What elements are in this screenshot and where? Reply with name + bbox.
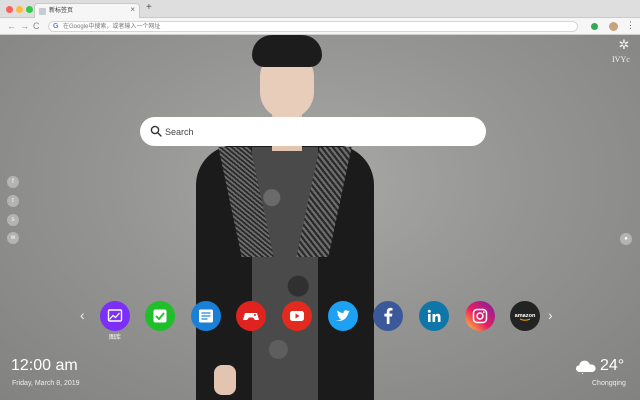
extension-icon[interactable] <box>591 23 598 30</box>
linkedin-icon <box>419 301 449 331</box>
reload-button[interactable]: C <box>33 20 40 32</box>
address-placeholder: 在Google中搜索，或者输入一个网址 <box>63 24 161 30</box>
tab-title: 新标签页 <box>49 8 74 14</box>
twitter-icon[interactable]: t <box>7 195 19 207</box>
profile-avatar[interactable] <box>609 22 618 31</box>
youtube-icon <box>282 301 312 331</box>
gallery-icon <box>100 301 130 331</box>
clock-time: 12:00 am <box>11 357 78 374</box>
dock-app-notes[interactable] <box>191 301 221 331</box>
search-icon <box>150 125 162 137</box>
weather-city: Chongqing <box>592 380 626 387</box>
brand-mark-icon: ✲ <box>618 37 630 52</box>
dock-app-games[interactable] <box>236 301 266 331</box>
new-tab-page: ✲ IVYc f t s w ● ‹ › 图库 <box>0 35 640 400</box>
brand-logo: ✲ IVYc <box>612 37 636 71</box>
brand-text: IVYc <box>612 55 630 64</box>
facebook-logo-icon <box>373 301 403 331</box>
facebook-icon[interactable]: f <box>7 176 19 188</box>
amazon-wordmark: amazon <box>515 313 536 319</box>
weather-temperature: 24° <box>600 357 625 374</box>
settings-toggle-icon[interactable]: ● <box>620 233 632 245</box>
close-tab-icon[interactable]: × <box>130 5 135 15</box>
address-bar[interactable]: G 在Google中搜索，或者输入一个网址 <box>48 21 578 32</box>
new-tab-button[interactable]: + <box>146 2 152 14</box>
forward-button[interactable]: → <box>20 20 29 32</box>
notes-icon <box>191 301 221 331</box>
amazon-icon: amazon <box>510 301 540 331</box>
dock-app-amazon[interactable]: amazon <box>510 301 540 331</box>
dock-app-linkedin[interactable] <box>419 301 449 331</box>
maximize-window-button[interactable] <box>26 6 33 13</box>
search-box[interactable] <box>140 117 486 146</box>
dock-app-facebook[interactable] <box>373 301 403 331</box>
dock-next-arrow[interactable]: › <box>548 307 553 323</box>
google-icon: G <box>53 23 59 30</box>
dock-prev-arrow[interactable]: ‹ <box>80 307 85 323</box>
instagram-icon <box>465 301 495 331</box>
close-window-button[interactable] <box>6 6 13 13</box>
gamepad-icon <box>236 301 266 331</box>
dock-app-tasks[interactable] <box>145 301 175 331</box>
dock-app-youtube[interactable] <box>282 301 312 331</box>
minimize-window-button[interactable] <box>16 6 23 13</box>
clock-date: Friday, March 8, 2019 <box>12 380 80 387</box>
dock-app-twitter[interactable] <box>328 301 358 331</box>
dock-app-instagram[interactable] <box>465 301 495 331</box>
menu-icon[interactable]: ⋮ <box>626 19 635 32</box>
toolbar: ← → C G 在Google中搜索，或者输入一个网址 ⋮ <box>0 18 640 35</box>
page-icon <box>39 8 46 15</box>
wechat-icon[interactable]: w <box>7 232 19 244</box>
cloud-icon <box>576 360 596 374</box>
tab-new-tab[interactable]: 新标签页 × <box>34 3 140 18</box>
twitter-bird-icon <box>328 301 358 331</box>
search-input[interactable] <box>165 124 465 139</box>
checkbox-icon <box>145 301 175 331</box>
dock-app-gallery[interactable] <box>100 301 130 331</box>
tab-bar: 新标签页 × + <box>0 0 640 18</box>
dock-app-gallery-label: 图库 <box>108 335 121 341</box>
background-photo <box>190 35 380 400</box>
snapchat-icon[interactable]: s <box>7 214 19 226</box>
back-button[interactable]: ← <box>7 20 16 32</box>
